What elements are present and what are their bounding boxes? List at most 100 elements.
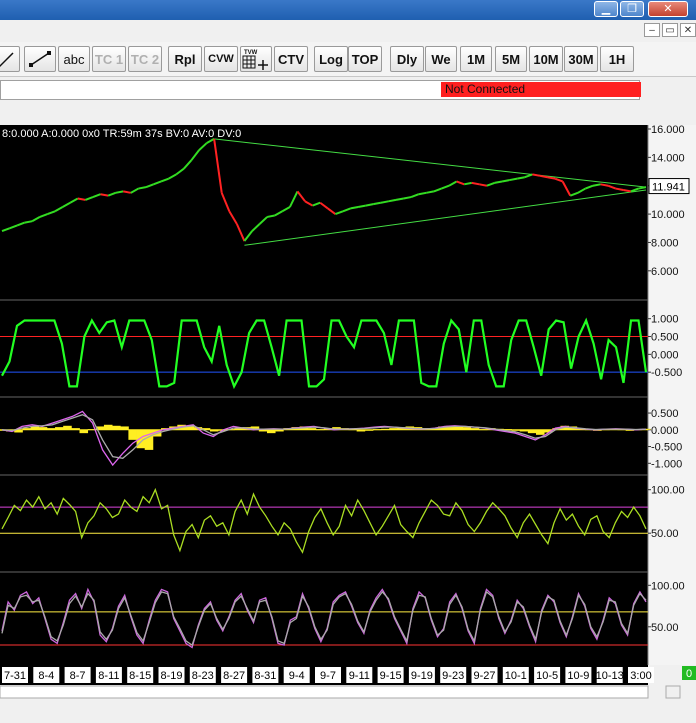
mdi-close-button[interactable]: ✕ [680, 23, 696, 37]
y-tick-label: 1.000 [651, 314, 679, 326]
line-icon [0, 52, 14, 68]
price-segment [100, 193, 109, 197]
price-segment [123, 190, 131, 194]
y-tick-label: 6.000 [651, 266, 679, 278]
price-segment [138, 186, 147, 190]
bottom-right-badge-label: 0 [686, 668, 692, 680]
price-segment [517, 176, 525, 180]
last-price-label: 11.941 [652, 182, 685, 194]
abc-button[interactable]: abc [58, 46, 90, 72]
ctv-button[interactable]: CTV [274, 46, 308, 72]
grid-plus-icon: TVW [242, 50, 268, 70]
window-titlebar: ▁ ❐ ✕ [0, 0, 696, 20]
1h-button[interactable]: 1H [600, 46, 634, 72]
we-button[interactable]: We [425, 46, 457, 72]
price-segment [539, 174, 548, 179]
price-segment [388, 198, 397, 203]
5m-button[interactable]: 5M [495, 46, 527, 72]
mdi-restore-button[interactable]: ▭ [662, 23, 678, 37]
price-segment [77, 197, 86, 201]
y-tick-label: 50.00 [651, 528, 679, 540]
y-tick-label: 16.000 [651, 125, 685, 136]
y-tick-label: -0.500 [651, 367, 682, 379]
dly-button[interactable]: Dly [390, 46, 424, 72]
histogram-bar [128, 429, 137, 440]
x-tick-label: 9-7 [320, 670, 336, 682]
segment-icon [29, 51, 51, 67]
histogram-bar [63, 425, 72, 430]
y-tick-label: 0.500 [651, 332, 679, 344]
x-tick-label: 9-4 [289, 670, 305, 682]
x-tick-label: 10-5 [536, 670, 558, 682]
tc2-button[interactable]: TC 2 [128, 46, 162, 72]
histogram-bar [266, 429, 276, 434]
x-tick-label: 10-1 [505, 670, 527, 682]
segment-tool-button[interactable] [24, 46, 56, 72]
x-tick-label: 8-4 [38, 670, 54, 682]
horizontal-scrollbar[interactable] [0, 685, 649, 699]
price-segment [350, 206, 359, 210]
menu-bar: – ▭ ✕ [0, 20, 696, 43]
price-segment [418, 191, 427, 196]
chart-area[interactable]: 8:0.000 A:0.000 0x0 TR:59m 37s BV:0 AV:0… [0, 124, 696, 718]
scrollbar-right-button[interactable] [665, 685, 681, 699]
minimize-button[interactable]: ▁ [594, 1, 618, 17]
close-button[interactable]: ✕ [648, 1, 688, 17]
price-segment [638, 186, 647, 190]
1m-button[interactable]: 1M [460, 46, 492, 72]
tvw-button[interactable]: TVW [240, 46, 272, 72]
price-segment [365, 203, 374, 207]
y-tick-label: 0.500 [651, 408, 679, 420]
x-tick-label: 9-23 [442, 670, 464, 682]
rpl-button[interactable]: Rpl [168, 46, 202, 72]
log-button[interactable]: Log [314, 46, 348, 72]
restore-button[interactable]: ❐ [620, 1, 644, 17]
y-tick-label: -0.500 [651, 442, 682, 454]
y-tick-label: -1.000 [651, 458, 682, 470]
x-tick-label: 9-11 [349, 670, 370, 682]
price-segment [479, 183, 488, 187]
x-tick-label: 9-27 [473, 670, 495, 682]
chart-svg[interactable]: 8:0.000 A:0.000 0x0 TR:59m 37s BV:0 AV:0… [0, 124, 696, 718]
price-segment [403, 196, 412, 200]
price-segment [509, 177, 518, 182]
top-button[interactable]: TOP [348, 46, 382, 72]
price-segment [373, 201, 382, 206]
mdi-minimize-button[interactable]: – [644, 23, 660, 37]
tc1-button[interactable]: TC 1 [92, 46, 126, 72]
price-segment [266, 214, 275, 218]
connection-status-badge: Not Connected [441, 82, 641, 97]
histogram-bar [103, 424, 113, 430]
price-segment [115, 190, 124, 194]
x-tick-label: 8-11 [98, 670, 119, 682]
line-tool-button[interactable] [0, 46, 20, 72]
price-segment [357, 204, 366, 208]
x-tick-label: 8-19 [160, 670, 182, 682]
price-segment [623, 188, 632, 193]
cvw-button[interactable]: CVW [204, 46, 238, 72]
price-segment [463, 181, 472, 186]
x-tick-label: 8-15 [129, 670, 151, 682]
price-segment [494, 180, 503, 184]
x-tick-label: 8-7 [70, 670, 86, 682]
price-segment [471, 181, 480, 186]
x-tick-label: 10-9 [567, 670, 589, 682]
histogram-bar [536, 429, 545, 435]
histogram-bar [79, 429, 89, 434]
toolbar: abc TC 1 TC 2 Rpl CVW TVW CTV Log TOP Dl… [0, 42, 696, 77]
histogram-bar [112, 425, 121, 430]
y-tick-label: 14.000 [651, 152, 685, 164]
price-segment [547, 176, 556, 180]
x-tick-label: 7-31 [4, 670, 26, 682]
y-tick-label: 8.000 [651, 237, 679, 249]
30m-button[interactable]: 30M [564, 46, 598, 72]
price-segment [600, 183, 609, 187]
price-segment [532, 173, 541, 177]
price-segment [380, 200, 389, 204]
price-segment [24, 220, 33, 224]
y-tick-label: 100.00 [651, 485, 685, 497]
10m-button[interactable]: 10M [529, 46, 563, 72]
x-tick-label: 3:00 [630, 670, 651, 682]
y-tick-label: 0.000 [651, 425, 679, 437]
y-tick-label: 0.000 [651, 349, 679, 361]
